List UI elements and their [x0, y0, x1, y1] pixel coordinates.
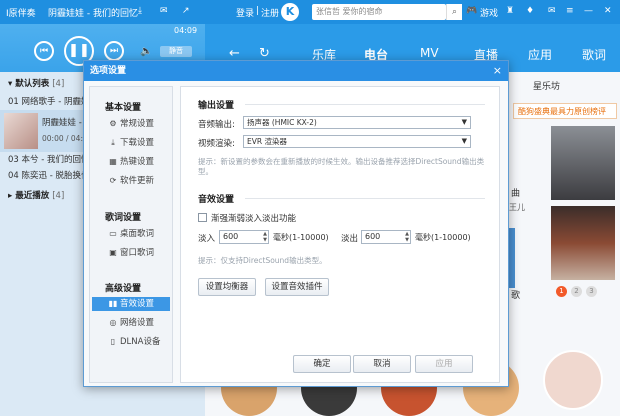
- dropdown-arrow-icon: ▼: [461, 118, 467, 126]
- shoes-promo-card[interactable]: [551, 206, 615, 280]
- fade-out-stepper[interactable]: 600 ▲ ▼: [361, 230, 411, 244]
- refresh-icon[interactable]: ↻: [259, 46, 270, 61]
- kugou-player-window: I原伴奏 阴霾娃娃 - 我们的回忆 ⤓ ✉ ↗ 登录 | 注册 K 张信哲 爱你…: [0, 0, 620, 416]
- audio-output-select[interactable]: 扬声器 (HMIC KX-2) ▼: [243, 116, 471, 129]
- video-render-select[interactable]: EVR 渲染器 ▼: [243, 135, 471, 148]
- fade-in-unit: 毫秒(1-10000): [273, 233, 329, 242]
- divider: [245, 104, 485, 105]
- gear-icon: ⚙: [109, 119, 117, 128]
- download-icon: ⤓: [111, 138, 115, 147]
- register-link[interactable]: 注册: [261, 6, 279, 19]
- station-photo-5[interactable]: [543, 350, 603, 410]
- sidebar-item-general[interactable]: ⚙ 常规设置: [92, 117, 170, 131]
- login-link[interactable]: 登录: [236, 6, 254, 19]
- tshirt-icon[interactable]: ♦: [526, 6, 534, 16]
- fade-out-unit: 毫秒(1-10000): [415, 233, 471, 242]
- tab-mv[interactable]: MV: [420, 46, 439, 60]
- gamepad-icon[interactable]: 🎮: [466, 6, 477, 16]
- close-window-icon[interactable]: ✕: [604, 6, 612, 16]
- kugou-logo-icon[interactable]: K: [281, 3, 299, 21]
- settings-sidebar: 基本设置 ⚙ 常规设置 ⤓ 下载设置 ▦ 热键设置 ⟳ 软件更新 歌词设置 ▭ 桌面歌词 …: [89, 86, 173, 383]
- sidebar-header-lyrics: 歌词设置: [105, 213, 142, 223]
- mail-icon[interactable]: ✉: [160, 6, 168, 16]
- search-icon[interactable]: ⌕: [446, 4, 462, 20]
- bag-icon[interactable]: ♜: [506, 6, 514, 16]
- equalizer-icon: ▮▮: [108, 299, 118, 308]
- close-icon[interactable]: ×: [493, 61, 502, 81]
- back-icon[interactable]: ←: [229, 46, 240, 61]
- track-duration: 04:09: [174, 26, 198, 35]
- sidebar-item-update[interactable]: ⟳ 软件更新: [92, 174, 170, 188]
- dropdown-arrow-icon: ▼: [461, 137, 467, 145]
- window-icon: ▣: [109, 248, 117, 257]
- download-icon[interactable]: ⤓: [138, 6, 142, 16]
- output-hint: 提示：新设置的参数会在重新播放的时候生效。输出设备推荐选择DirectSound…: [198, 157, 485, 176]
- update-icon: ⟳: [109, 176, 117, 185]
- effect-hint: 提示：仅支持DirectSound输出类型。: [198, 256, 327, 265]
- desktop-icon: ▭: [109, 229, 117, 238]
- settings-panel: 输出设置 音频输出: 扬声器 (HMIC KX-2) ▼ 视频渲染: EVR 渲染…: [180, 86, 500, 383]
- divider: [245, 198, 485, 199]
- search-input[interactable]: 张信哲 爱你的宿命: [312, 4, 446, 20]
- app-title: I原伴奏: [6, 9, 36, 19]
- fade-in-stepper[interactable]: 600 ▲ ▼: [219, 230, 269, 244]
- fade-out-label: 淡出: [341, 234, 359, 244]
- share-icon[interactable]: ↗: [182, 6, 190, 16]
- apply-button[interactable]: 应用: [415, 355, 473, 373]
- tab-apps[interactable]: 应用: [528, 46, 552, 63]
- globe-icon: ◎: [109, 318, 117, 327]
- volume-icon[interactable]: 🔈: [140, 46, 152, 57]
- title-bar: I原伴奏 阴霾娃娃 - 我们的回忆 ⤓ ✉ ↗ 登录 | 注册 K 张信哲 爱你…: [0, 0, 620, 24]
- tab-lyrics[interactable]: 歌词: [582, 46, 606, 63]
- next-button[interactable]: ⏭: [104, 41, 124, 61]
- fade-in-label: 淡入: [198, 234, 216, 244]
- mute-toggle[interactable]: 静音: [160, 46, 192, 57]
- sidebar-header-basic: 基本设置: [105, 103, 142, 113]
- login-separator: |: [256, 6, 260, 16]
- sidebar-item-hotkeys[interactable]: ▦ 热键设置: [92, 155, 170, 169]
- minimize-icon[interactable]: —: [584, 6, 593, 16]
- sidebar-item-desktop-lyrics[interactable]: ▭ 桌面歌词: [92, 227, 170, 241]
- stepper-arrows-icon[interactable]: ▲ ▼: [405, 231, 409, 243]
- sidebar-item-window-lyrics[interactable]: ▣ 窗口歌词: [92, 246, 170, 260]
- page-dot-2[interactable]: 2: [571, 286, 582, 297]
- page-dot-1[interactable]: 1: [556, 286, 567, 297]
- output-section-title: 输出设置: [198, 101, 235, 111]
- banner[interactable]: 酷狗盛典最具力原创榜评: [513, 103, 617, 119]
- dialog-title: 选项设置: [84, 61, 508, 81]
- ok-button[interactable]: 确定: [293, 355, 351, 373]
- sidebar-header-advanced: 高级设置: [105, 284, 142, 294]
- audio-output-label: 音频输出:: [198, 120, 235, 130]
- fade-checkbox[interactable]: [198, 213, 207, 222]
- artist-photo-card[interactable]: [551, 126, 615, 200]
- page-dot-3[interactable]: 3: [586, 286, 597, 297]
- fade-label: 渐强渐弱淡入淡出功能: [211, 214, 297, 224]
- effect-plugin-button[interactable]: 设置音效插件: [265, 278, 329, 296]
- options-dialog: 选项设置 × 基本设置 ⚙ 常规设置 ⤓ 下载设置 ▦ 热键设置 ⟳ 软件更新 歌词设置…: [83, 60, 509, 387]
- keyboard-icon: ▦: [109, 157, 117, 166]
- sidebar-item-network[interactable]: ◎ 网络设置: [92, 316, 170, 330]
- previous-button[interactable]: ⏮: [34, 41, 54, 61]
- effect-section-title: 音效设置: [198, 195, 235, 205]
- tab-star-music[interactable]: 星乐坊: [533, 79, 560, 92]
- device-icon: ▯: [110, 337, 116, 346]
- video-render-label: 视频渲染:: [198, 139, 235, 149]
- equalizer-button[interactable]: 设置均衡器: [198, 278, 256, 296]
- cancel-button[interactable]: 取消: [353, 355, 411, 373]
- album-cover: [4, 113, 38, 149]
- now-playing-title: 阴霾娃娃 - 我们的回忆: [48, 9, 138, 19]
- sidebar-item-dlna[interactable]: ▯ DLNA设备: [92, 335, 170, 349]
- message-icon[interactable]: ✉: [548, 6, 556, 16]
- sidebar-item-sound-effects[interactable]: ▮▮ 音效设置: [92, 297, 170, 311]
- game-link[interactable]: 游戏: [480, 6, 498, 19]
- stepper-arrows-icon[interactable]: ▲ ▼: [263, 231, 267, 243]
- menu-icon[interactable]: ≡: [566, 6, 574, 16]
- sidebar-item-download[interactable]: ⤓ 下载设置: [92, 136, 170, 150]
